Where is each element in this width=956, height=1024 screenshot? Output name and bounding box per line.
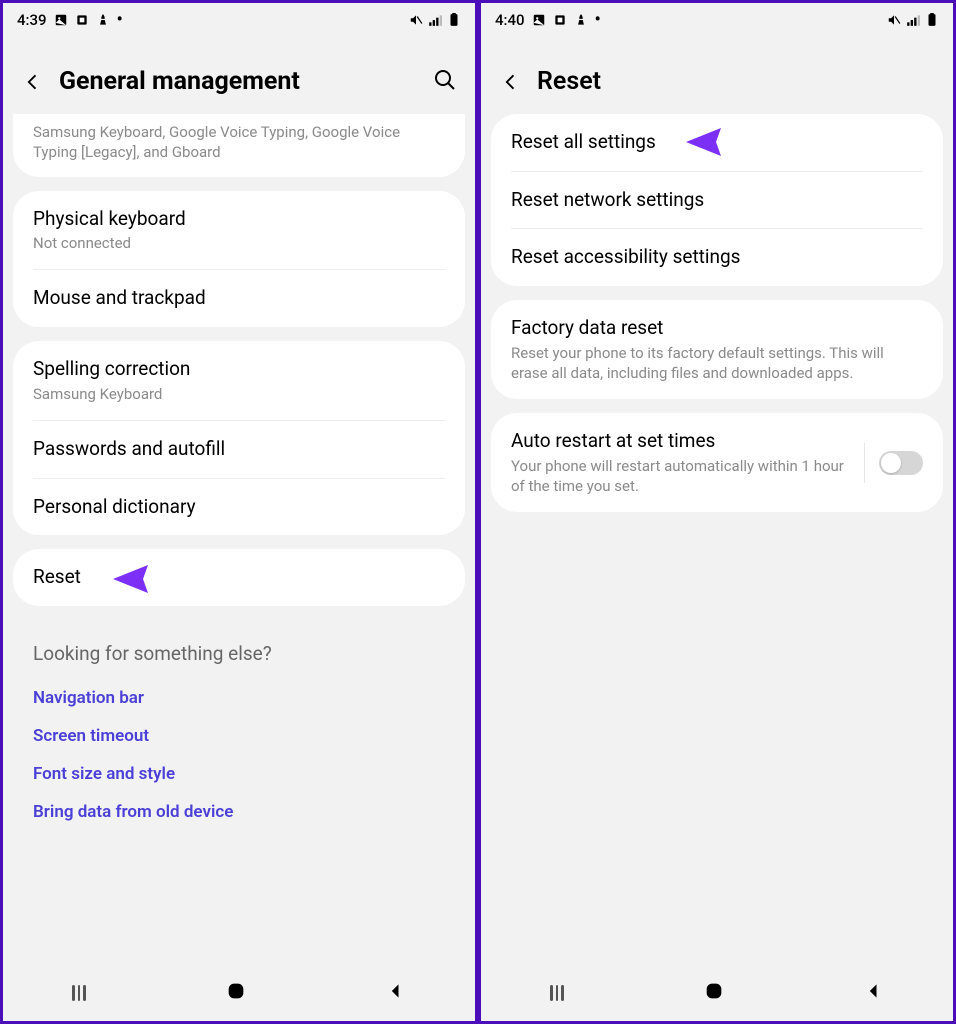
search-button[interactable] xyxy=(433,68,457,96)
link-navigation-bar[interactable]: Navigation bar xyxy=(33,679,445,717)
reset-card: Reset xyxy=(13,549,465,606)
recents-button[interactable] xyxy=(72,985,86,1001)
nav-back-button[interactable] xyxy=(864,981,884,1005)
item-title: Factory data reset xyxy=(511,316,923,341)
item-title: Reset network settings xyxy=(511,188,923,213)
nav-back-button[interactable] xyxy=(386,981,406,1005)
image-icon xyxy=(532,13,546,27)
back-button[interactable] xyxy=(21,70,45,94)
reset-options-card: Reset all settings Reset network setting… xyxy=(491,114,943,286)
keyboard-list-subtitle: Samsung Keyboard, Google Voice Typing, G… xyxy=(13,122,465,177)
vertical-divider xyxy=(864,443,865,483)
header: Reset xyxy=(481,37,953,114)
status-bar: 4:40 • xyxy=(481,3,953,37)
auto-restart-card: Auto restart at set times Your phone wil… xyxy=(491,413,943,512)
system-navbar xyxy=(3,965,475,1021)
mute-icon xyxy=(887,13,901,27)
square-icon xyxy=(75,13,89,27)
auto-restart-item[interactable]: Auto restart at set times Your phone wil… xyxy=(491,413,943,512)
factory-reset-card: Factory data reset Reset your phone to i… xyxy=(491,300,943,399)
clock: 4:39 xyxy=(17,11,47,29)
item-subtitle: Not connected xyxy=(33,233,445,253)
personal-dictionary-item[interactable]: Personal dictionary xyxy=(13,479,465,536)
input-devices-card: Physical keyboard Not connected Mouse an… xyxy=(13,191,465,328)
recents-button[interactable] xyxy=(550,985,564,1001)
phone-right: 4:40 • Reset Reset all settings xyxy=(478,0,956,1024)
square-icon xyxy=(553,13,567,27)
chess-icon xyxy=(96,13,110,27)
status-bar: 4:39 • xyxy=(3,3,475,37)
home-icon xyxy=(703,980,725,1002)
content-area: Reset all settings Reset network setting… xyxy=(481,114,953,965)
page-title: Reset xyxy=(537,67,935,96)
signal-icon xyxy=(428,13,442,27)
chevron-left-icon xyxy=(864,981,884,1001)
header: General management xyxy=(3,37,475,114)
content-area: Samsung Keyboard, Google Voice Typing, G… xyxy=(3,114,475,965)
link-screen-timeout[interactable]: Screen timeout xyxy=(33,717,445,755)
item-title: Mouse and trackpad xyxy=(33,286,445,311)
battery-icon xyxy=(925,13,939,27)
looking-section: Looking for something else? Navigation b… xyxy=(13,620,465,841)
passwords-autofill-item[interactable]: Passwords and autofill xyxy=(13,421,465,478)
keyboard-card: Samsung Keyboard, Google Voice Typing, G… xyxy=(13,114,465,177)
item-title: Spelling correction xyxy=(33,357,445,382)
signal-icon xyxy=(906,13,920,27)
item-title: Physical keyboard xyxy=(33,207,445,232)
reset-item[interactable]: Reset xyxy=(13,549,465,606)
reset-accessibility-settings-item[interactable]: Reset accessibility settings xyxy=(491,229,943,286)
item-subtitle: Samsung Keyboard xyxy=(33,384,445,404)
home-button[interactable] xyxy=(225,980,247,1006)
back-button[interactable] xyxy=(499,70,523,94)
auto-restart-toggle[interactable] xyxy=(879,451,923,475)
link-font-size-style[interactable]: Font size and style xyxy=(33,755,445,793)
chevron-left-icon xyxy=(501,72,521,92)
looking-title: Looking for something else? xyxy=(33,642,445,665)
item-title: Passwords and autofill xyxy=(33,437,445,462)
item-title: Personal dictionary xyxy=(33,495,445,520)
home-icon xyxy=(225,980,247,1002)
spelling-correction-item[interactable]: Spelling correction Samsung Keyboard xyxy=(13,341,465,420)
clock: 4:40 xyxy=(495,11,525,29)
search-icon xyxy=(433,68,457,92)
item-subtitle: Reset your phone to its factory default … xyxy=(511,343,923,384)
link-bring-data[interactable]: Bring data from old device xyxy=(33,793,445,831)
chevron-left-icon xyxy=(23,72,43,92)
item-title: Reset accessibility settings xyxy=(511,245,923,270)
reset-network-settings-item[interactable]: Reset network settings xyxy=(491,172,943,229)
battery-icon xyxy=(447,13,461,27)
item-title: Reset xyxy=(33,565,445,590)
phone-left: 4:39 • General management Samsung Keyboa… xyxy=(0,0,478,1024)
mouse-trackpad-item[interactable]: Mouse and trackpad xyxy=(13,270,465,327)
more-dot-icon: • xyxy=(595,11,601,29)
text-settings-card: Spelling correction Samsung Keyboard Pas… xyxy=(13,341,465,535)
chevron-left-icon xyxy=(386,981,406,1001)
system-navbar xyxy=(481,965,953,1021)
item-title: Auto restart at set times xyxy=(511,429,850,454)
page-title: General management xyxy=(59,67,419,96)
factory-data-reset-item[interactable]: Factory data reset Reset your phone to i… xyxy=(491,300,943,399)
mute-icon xyxy=(409,13,423,27)
item-subtitle: Your phone will restart automatically wi… xyxy=(511,456,850,497)
item-title: Reset all settings xyxy=(511,130,923,155)
more-dot-icon: • xyxy=(117,11,123,29)
reset-all-settings-item[interactable]: Reset all settings xyxy=(491,114,943,171)
physical-keyboard-item[interactable]: Physical keyboard Not connected xyxy=(13,191,465,270)
chess-icon xyxy=(574,13,588,27)
home-button[interactable] xyxy=(703,980,725,1006)
image-icon xyxy=(54,13,68,27)
